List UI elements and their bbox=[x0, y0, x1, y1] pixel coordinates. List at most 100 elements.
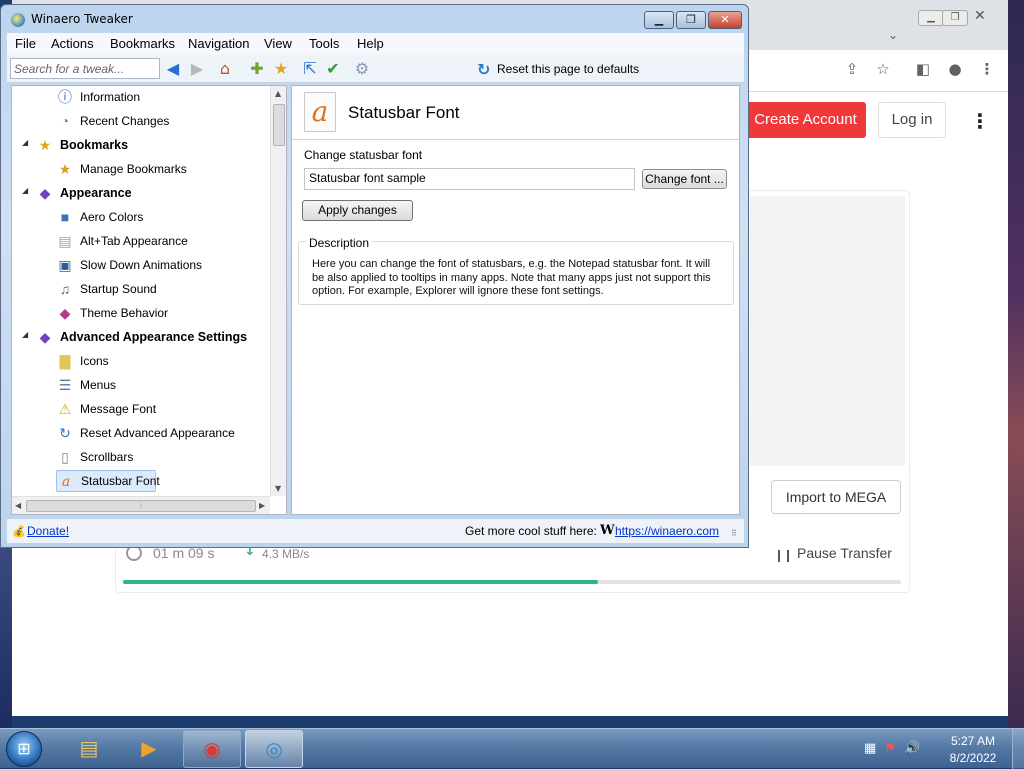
tree-item-recent-changes[interactable]: ◔ Recent Changes bbox=[12, 110, 270, 132]
profile-avatar-icon[interactable]: ● bbox=[944, 58, 966, 80]
menu-navigation[interactable]: Navigation bbox=[188, 36, 249, 51]
import-to-mega-button[interactable]: Import to MEGA bbox=[771, 480, 901, 514]
maximize-button[interactable]: ❐ bbox=[676, 11, 706, 29]
scroll-left-arrow-icon[interactable]: ◀ bbox=[15, 501, 21, 510]
shortcut-icon[interactable]: ⇱ bbox=[300, 59, 320, 79]
minimize-button[interactable]: ▁ bbox=[644, 11, 674, 29]
settings-gear-icon[interactable]: ⚙ bbox=[352, 59, 372, 79]
tree-horizontal-scroll-thumb[interactable]: ⦙ bbox=[26, 500, 256, 512]
tree-item-menus[interactable]: ☰ Menus bbox=[12, 374, 270, 396]
create-account-button[interactable]: Create Account bbox=[745, 102, 866, 138]
pause-icon[interactable]: ❙❙ bbox=[774, 548, 793, 562]
tree-horizontal-scrollbar[interactable]: ◀ ⦙ ▶ bbox=[12, 496, 270, 514]
tree-item-information[interactable]: ⓘ Information bbox=[12, 86, 270, 108]
recent-changes-icon: ◔ bbox=[60, 113, 70, 129]
desktop-wallpaper bbox=[1008, 0, 1024, 728]
app-icon bbox=[11, 13, 25, 27]
browser-minimize-button[interactable]: ▁ bbox=[918, 10, 944, 26]
change-font-button[interactable]: Change font ... bbox=[642, 169, 727, 189]
file-explorer-taskbar-button[interactable]: ▤ bbox=[60, 730, 118, 768]
tab-search-chevron-icon[interactable]: ⌄ bbox=[888, 28, 898, 42]
transfer-preview-panel bbox=[750, 196, 905, 466]
donate-link[interactable]: Donate! bbox=[27, 524, 69, 538]
reset-arrow-icon[interactable]: ↻ bbox=[477, 60, 490, 79]
transfer-progress-fill bbox=[123, 580, 598, 584]
cool-stuff-text: Get more cool stuff here: bbox=[465, 524, 597, 538]
winaero-tweaker-taskbar-button[interactable]: ◎ bbox=[245, 730, 303, 768]
font-sample-field: Statusbar font sample bbox=[304, 168, 635, 190]
menu-tools[interactable]: Tools bbox=[309, 36, 339, 51]
bookmark-star-icon[interactable]: ★ bbox=[271, 59, 291, 79]
scroll-right-arrow-icon[interactable]: ▶ bbox=[259, 501, 265, 510]
page-title: Statusbar Font bbox=[348, 103, 460, 122]
menu-file[interactable]: File bbox=[15, 36, 36, 51]
menu-actions[interactable]: Actions bbox=[51, 36, 94, 51]
home-icon[interactable]: ⌂ bbox=[215, 59, 235, 79]
toolbar: ◀ ▶ ⌂ ✚ ★ ⇱ ✔ ⚙ ↻ Reset this page to def… bbox=[7, 55, 744, 83]
tree-category-appearance[interactable]: ◢ ◆ Appearance bbox=[12, 182, 270, 204]
close-button[interactable]: ✕ bbox=[708, 11, 742, 29]
login-button[interactable]: Log in bbox=[878, 102, 946, 138]
winaero-logo-icon: W bbox=[600, 523, 615, 538]
add-bookmark-icon[interactable]: ✚ bbox=[247, 59, 267, 79]
pause-transfer-button[interactable]: Pause Transfer bbox=[797, 545, 892, 561]
tree-item-message-font[interactable]: ⚠ Message Font bbox=[12, 398, 270, 420]
menu-bar: File Actions Bookmarks Navigation View T… bbox=[7, 33, 744, 55]
system-tray-icons[interactable]: ▦⚑🔊 bbox=[864, 741, 928, 756]
tree-item-theme-behavior[interactable]: ◆ Theme Behavior bbox=[12, 302, 270, 324]
start-button[interactable]: ⊞ bbox=[6, 731, 42, 767]
back-icon[interactable]: ◀ bbox=[163, 59, 183, 79]
transfer-speed: 4.3 MB/s bbox=[262, 547, 310, 561]
bookmark-star-icon[interactable]: ☆ bbox=[872, 58, 894, 80]
tree-category-bookmarks[interactable]: ◢ ★ Bookmarks bbox=[12, 134, 270, 156]
browser-close-icon[interactable]: ✕ bbox=[974, 8, 986, 24]
tree-item-slow-down-animations[interactable]: ▣ Slow Down Animations bbox=[12, 254, 270, 276]
forward-icon[interactable]: ▶ bbox=[187, 59, 207, 79]
chrome-taskbar-button[interactable]: ◉ bbox=[183, 730, 241, 768]
clock-time[interactable]: 5:27 AM bbox=[949, 734, 997, 748]
reset-page-button[interactable]: Reset this page to defaults bbox=[497, 62, 639, 76]
winaero-site-link[interactable]: https://winaero.com bbox=[615, 524, 719, 538]
expand-triangle-icon[interactable]: ◢ bbox=[22, 186, 32, 195]
tree-item-statusbar-font[interactable]: a Statusbar Font bbox=[56, 470, 160, 492]
tree-vertical-scroll-thumb[interactable] bbox=[273, 104, 285, 146]
reset-icon: ↻ bbox=[59, 425, 71, 441]
expand-triangle-icon[interactable]: ◢ bbox=[22, 330, 32, 339]
apply-check-icon[interactable]: ✔ bbox=[323, 59, 343, 79]
browser-restore-button[interactable]: ❐ bbox=[942, 10, 968, 26]
side-panel-icon[interactable]: ◧ bbox=[912, 58, 934, 80]
panel-header: a Statusbar Font bbox=[292, 86, 739, 140]
tree-item-reset-advanced-appearance[interactable]: ↻ Reset Advanced Appearance bbox=[12, 422, 270, 444]
share-icon[interactable]: ⇪ bbox=[841, 58, 863, 80]
transfer-progress-bar bbox=[123, 580, 901, 584]
resize-grip-icon[interactable]: ⠿ bbox=[731, 529, 738, 538]
tree-item-icons[interactable]: ▇ Icons bbox=[12, 350, 270, 372]
menu-help[interactable]: Help bbox=[357, 36, 384, 51]
expand-triangle-icon[interactable]: ◢ bbox=[22, 138, 32, 147]
apply-changes-button[interactable]: Apply changes bbox=[302, 200, 413, 221]
action-center-flag-icon[interactable]: ⚑ bbox=[884, 741, 904, 756]
menu-bookmarks[interactable]: Bookmarks bbox=[110, 36, 175, 51]
tree-item-aero-colors[interactable]: ■ Aero Colors bbox=[12, 206, 270, 228]
tree-item-manage-bookmarks[interactable]: ★ Manage Bookmarks bbox=[12, 158, 270, 180]
palette-icon: ◆ bbox=[39, 329, 51, 345]
scroll-up-arrow-icon[interactable]: ▲ bbox=[275, 89, 281, 98]
speaker-icon: ♫ bbox=[59, 281, 71, 297]
change-font-label: Change statusbar font bbox=[304, 148, 423, 162]
tree-category-advanced-appearance[interactable]: ◢ ◆ Advanced Appearance Settings bbox=[12, 326, 270, 348]
page-menu-icon[interactable]: ⋮ bbox=[970, 108, 990, 134]
show-desktop-button[interactable] bbox=[1012, 729, 1024, 769]
search-input[interactable] bbox=[10, 58, 160, 79]
scroll-down-arrow-icon[interactable]: ▼ bbox=[275, 484, 281, 493]
star-gear-icon: ★ bbox=[58, 161, 72, 177]
network-icon[interactable]: ▦ bbox=[864, 741, 884, 756]
tree-item-startup-sound[interactable]: ♫ Startup Sound bbox=[12, 278, 270, 300]
volume-icon[interactable]: 🔊 bbox=[904, 741, 928, 756]
tree-vertical-scrollbar[interactable]: ▲ ▼ bbox=[270, 86, 286, 496]
tree-item-scrollbars[interactable]: ▯ Scrollbars bbox=[12, 446, 270, 468]
menu-view[interactable]: View bbox=[264, 36, 292, 51]
clock-date[interactable]: 8/2/2022 bbox=[944, 751, 1002, 765]
browser-menu-icon[interactable]: ⋮ bbox=[976, 58, 998, 80]
tree-item-alt-tab-appearance[interactable]: ▤ Alt+Tab Appearance bbox=[12, 230, 270, 252]
media-player-taskbar-button[interactable]: ▶ bbox=[120, 730, 178, 768]
